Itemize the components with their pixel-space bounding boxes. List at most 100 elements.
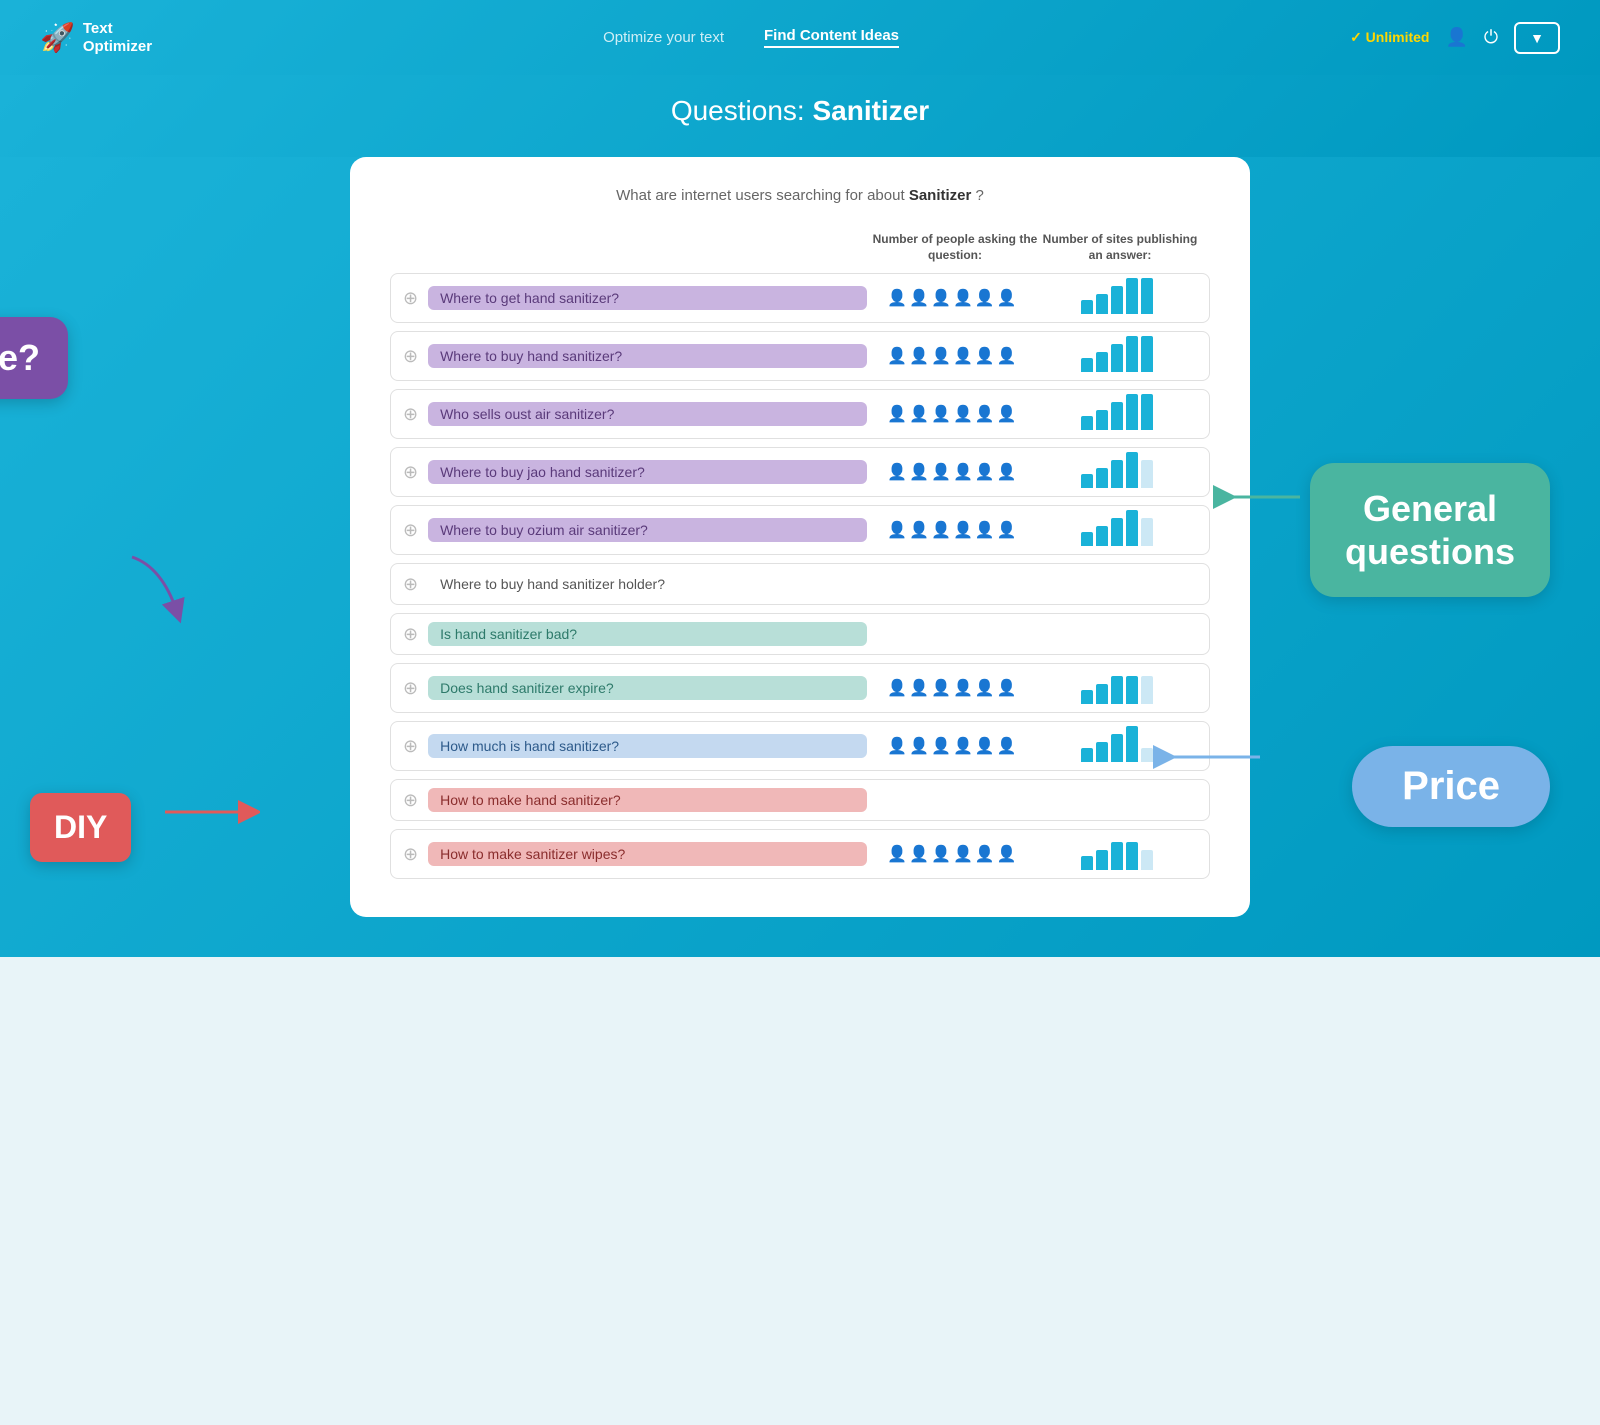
person-icon: 👤 — [887, 346, 907, 366]
person-icon: 👤 — [931, 844, 951, 864]
person-icon: 👤 — [953, 288, 973, 308]
table-row: ⊕Where to buy hand sanitizer?👤👤👤👤👤👤 — [390, 331, 1210, 381]
diy-callout: DIY — [30, 793, 131, 862]
person-icon: 👤 — [909, 736, 929, 756]
page-title-area: Questions: Sanitizer — [0, 75, 1600, 157]
column-headers: Number of people asking the question: Nu… — [390, 232, 1210, 263]
person-icon: 👤 — [953, 404, 973, 424]
person-icon: 👤 — [909, 404, 929, 424]
bar-chart — [1081, 730, 1153, 762]
person-icon: 👤 — [931, 736, 951, 756]
person-icon: 👤 — [887, 736, 907, 756]
question-text: How to make hand sanitizer? — [428, 788, 867, 812]
person-icon: 👤 — [953, 520, 973, 540]
price-callout: Price — [1352, 746, 1550, 827]
person-icon: 👤 — [953, 736, 973, 756]
people-count: 👤👤👤👤👤👤 — [867, 736, 1037, 756]
question-text: Where to buy hand sanitizer holder? — [428, 572, 867, 596]
add-row-icon[interactable]: ⊕ — [403, 346, 418, 367]
bar — [1141, 394, 1153, 430]
person-icon: 👤 — [887, 288, 907, 308]
person-icon: 👤 — [931, 520, 951, 540]
bar-chart — [1081, 514, 1153, 546]
main-wrapper: Where? Generalquestions Price — [0, 157, 1600, 957]
bar — [1081, 748, 1093, 762]
nav-right: ✓ Unlimited 👤 ⏻ ▼ — [1350, 22, 1560, 54]
person-icon: 👤 — [887, 520, 907, 540]
language-button[interactable]: ▼ — [1514, 22, 1560, 54]
unlimited-badge: ✓ Unlimited — [1350, 29, 1429, 46]
sites-count — [1037, 282, 1197, 314]
add-row-icon[interactable]: ⊕ — [403, 844, 418, 865]
add-row-icon[interactable]: ⊕ — [403, 574, 418, 595]
bar — [1111, 402, 1123, 430]
nav-optimize[interactable]: Optimize your text — [603, 29, 724, 46]
person-icon: 👤 — [975, 404, 995, 424]
bar — [1111, 286, 1123, 314]
user-icon[interactable]: 👤 — [1445, 27, 1467, 48]
person-icon: 👤 — [997, 288, 1017, 308]
table-row: ⊕ Is hand sanitizer bad? — [390, 613, 1210, 655]
person-icon: 👤 — [997, 736, 1017, 756]
add-row-icon[interactable]: ⊕ — [403, 678, 418, 699]
bar — [1081, 690, 1093, 704]
add-row-icon[interactable]: ⊕ — [403, 736, 418, 757]
bar — [1081, 416, 1093, 430]
bar — [1126, 336, 1138, 372]
bar — [1096, 850, 1108, 870]
power-icon[interactable]: ⏻ — [1484, 27, 1498, 48]
add-row-icon[interactable]: ⊕ — [403, 520, 418, 541]
bar — [1081, 856, 1093, 870]
add-row-icon[interactable]: ⊕ — [403, 624, 418, 645]
bar — [1126, 510, 1138, 546]
table-row: ⊕Where to buy ozium air sanitizer?👤👤👤👤👤👤 — [390, 505, 1210, 555]
diy-arrow — [160, 792, 260, 837]
sites-count — [1037, 514, 1197, 546]
bar — [1111, 518, 1123, 546]
bar-chart — [1081, 340, 1153, 372]
person-icon: 👤 — [997, 520, 1017, 540]
sites-count — [1037, 340, 1197, 372]
person-icon: 👤 — [975, 520, 995, 540]
table-row: ⊕Where to buy jao hand sanitizer?👤👤👤👤👤👤 — [390, 447, 1210, 497]
bar — [1111, 344, 1123, 372]
people-count: 👤👤👤👤👤👤 — [867, 844, 1037, 864]
people-count: 👤👤👤👤👤👤 — [867, 520, 1037, 540]
bar-chart — [1081, 282, 1153, 314]
question-text: How to make sanitizer wipes? — [428, 842, 867, 866]
sites-count — [1037, 672, 1197, 704]
question-text: Where to buy jao hand sanitizer? — [428, 460, 867, 484]
bar — [1126, 842, 1138, 870]
person-icon: 👤 — [975, 844, 995, 864]
person-icon: 👤 — [997, 404, 1017, 424]
add-row-icon[interactable]: ⊕ — [403, 790, 418, 811]
header: 🚀 Text Optimizer Optimize your text Find… — [0, 0, 1600, 75]
bar — [1141, 518, 1153, 546]
question-text: Is hand sanitizer bad? — [428, 622, 867, 646]
people-count: 👤👤👤👤👤👤 — [867, 346, 1037, 366]
bar — [1096, 468, 1108, 488]
bar — [1096, 294, 1108, 314]
person-icon: 👤 — [909, 288, 929, 308]
bar — [1126, 452, 1138, 488]
price-arrow — [1150, 737, 1270, 782]
add-row-icon[interactable]: ⊕ — [403, 288, 418, 309]
person-icon: 👤 — [975, 736, 995, 756]
where-arrow — [122, 547, 202, 632]
bar — [1081, 300, 1093, 314]
person-icon: 👤 — [931, 678, 951, 698]
general-questions-callout: Generalquestions — [1310, 463, 1550, 597]
person-icon: 👤 — [975, 678, 995, 698]
page-title: Questions: Sanitizer — [0, 95, 1600, 127]
person-icon: 👤 — [953, 462, 973, 482]
person-icon: 👤 — [953, 346, 973, 366]
add-row-icon[interactable]: ⊕ — [403, 404, 418, 425]
nav-find-content[interactable]: Find Content Ideas — [764, 27, 899, 48]
person-icon: 👤 — [997, 346, 1017, 366]
table-row: ⊕How to make sanitizer wipes?👤👤👤👤👤👤 — [390, 829, 1210, 879]
person-icon: 👤 — [909, 520, 929, 540]
add-row-icon[interactable]: ⊕ — [403, 462, 418, 483]
people-count: 👤👤👤👤👤👤 — [867, 288, 1037, 308]
bar — [1141, 850, 1153, 870]
person-icon: 👤 — [887, 404, 907, 424]
